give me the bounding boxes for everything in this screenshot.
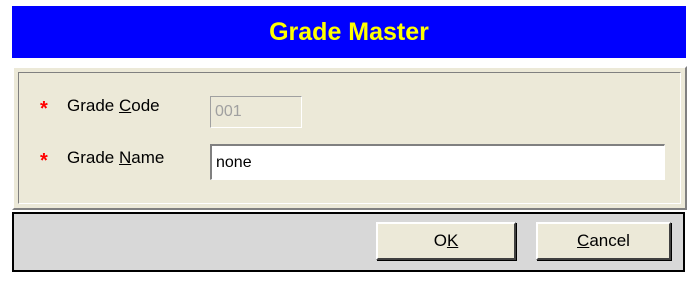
grade-name-field[interactable] bbox=[210, 144, 665, 180]
grade-name-required-marker: * bbox=[40, 150, 48, 172]
cancel-button[interactable]: Cancel bbox=[536, 222, 671, 260]
grade-code-label: Grade Code bbox=[67, 96, 160, 115]
grade-code-required-marker: * bbox=[40, 98, 48, 120]
grade-name-label: Grade Name bbox=[67, 148, 165, 167]
grade-code-field[interactable] bbox=[210, 96, 302, 128]
button-bar: OK Cancel bbox=[12, 212, 685, 272]
ok-button[interactable]: OK bbox=[376, 222, 516, 260]
dialog-title-bar: Grade Master bbox=[12, 6, 686, 58]
form-panel: * Grade Code * Grade Name bbox=[12, 66, 687, 210]
dialog-title: Grade Master bbox=[269, 18, 429, 46]
form-panel-inner-border bbox=[18, 72, 681, 204]
